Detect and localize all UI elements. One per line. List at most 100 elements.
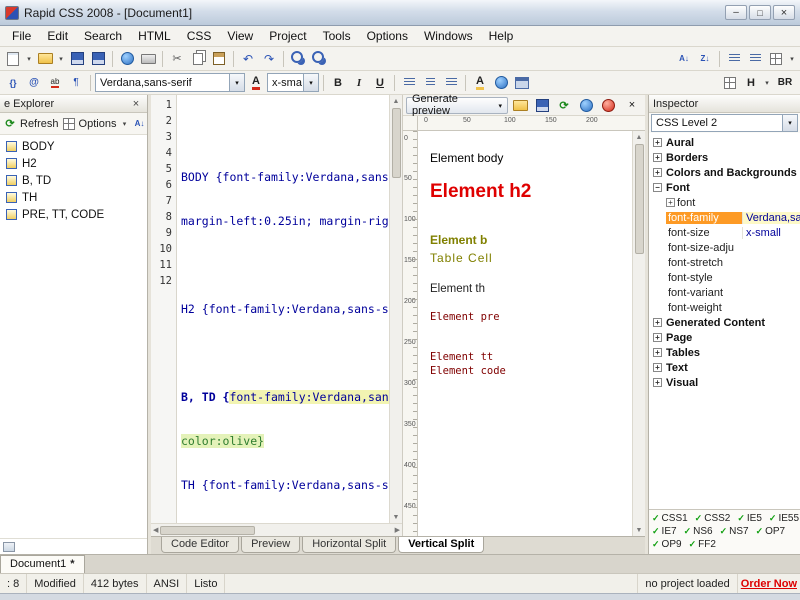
insert-div-icon[interactable] — [720, 73, 740, 93]
scrollbar-thumb[interactable] — [160, 525, 256, 535]
panel-toggle-icon[interactable] — [3, 541, 15, 552]
code-snippets-icon[interactable] — [766, 49, 786, 69]
table-icon[interactable] — [512, 73, 532, 93]
copy-icon[interactable] — [188, 49, 208, 69]
maximize-button[interactable] — [749, 5, 771, 20]
css-level-combo[interactable]: CSS Level 2 — [651, 114, 798, 132]
open-file-icon[interactable] — [35, 49, 55, 69]
property-row-font-size-adjust[interactable]: font-size-adju — [649, 240, 800, 255]
menu-windows[interactable]: Windows — [416, 27, 481, 45]
css-level-dropdown-icon[interactable] — [782, 115, 797, 131]
outdent-icon[interactable] — [745, 49, 765, 69]
tab-code-editor[interactable]: Code Editor — [161, 537, 240, 553]
generate-preview-dropdown-icon[interactable] — [498, 99, 502, 111]
collapse-icon[interactable] — [653, 183, 662, 192]
preview-save-icon[interactable] — [532, 95, 552, 115]
property-row-font-stretch[interactable]: font-stretch — [649, 255, 800, 270]
explorer-item-h2[interactable]: H2 — [0, 155, 147, 172]
font-size-combo[interactable]: x-sma — [267, 73, 319, 92]
pilcrow-icon[interactable] — [66, 73, 86, 93]
tab-horizontal-split[interactable]: Horizontal Split — [302, 537, 397, 553]
code-braces-icon[interactable] — [3, 73, 23, 93]
property-row-font[interactable]: font — [649, 195, 800, 210]
scroll-down-icon[interactable]: ▼ — [633, 524, 645, 536]
inspector-group-tables[interactable]: Tables — [649, 345, 800, 360]
align-left-icon[interactable] — [399, 73, 419, 93]
explorer-item-body[interactable]: BODY — [0, 138, 147, 155]
expand-icon[interactable] — [653, 138, 662, 147]
property-row-font-weight[interactable]: font-weight — [649, 300, 800, 315]
inspector-group-aural[interactable]: Aural — [649, 135, 800, 150]
paste-icon[interactable] — [209, 49, 229, 69]
italic-button[interactable]: I — [349, 73, 369, 93]
explorer-sort-icon[interactable] — [132, 114, 146, 134]
menu-view[interactable]: View — [219, 27, 261, 45]
menu-search[interactable]: Search — [76, 27, 130, 45]
property-value[interactable]: Verdana,sans-s — [742, 211, 800, 224]
property-row-font-variant[interactable]: font-variant — [649, 285, 800, 300]
expand-icon[interactable] — [653, 153, 662, 162]
scroll-up-icon[interactable]: ▲ — [390, 95, 402, 107]
replace-icon[interactable] — [309, 49, 329, 69]
sort-descending-icon[interactable] — [695, 49, 715, 69]
expand-icon[interactable] — [653, 168, 662, 177]
inspector-group-text[interactable]: Text — [649, 360, 800, 375]
preview-vertical-scrollbar[interactable]: ▲ ▼ — [632, 131, 645, 536]
at-symbol-icon[interactable] — [24, 73, 44, 93]
document-tab[interactable]: Document1 * — [0, 555, 85, 573]
scrollbar-thumb[interactable] — [634, 144, 644, 254]
menu-file[interactable]: File — [4, 27, 39, 45]
inspector-group-font[interactable]: Font — [649, 180, 800, 195]
order-now-link[interactable]: Order Now — [738, 574, 800, 593]
preview-refresh-icon[interactable] — [554, 95, 574, 115]
open-file-dropdown-icon[interactable] — [56, 49, 66, 69]
code-editor[interactable]: BODY {font-family:Verdana,sans-s margin-… — [177, 95, 389, 523]
font-name-combo[interactable]: Verdana,sans-serif — [95, 73, 245, 92]
inspector-group-colors[interactable]: Colors and Backgrounds — [649, 165, 800, 180]
redo-icon[interactable] — [259, 49, 279, 69]
highlight-color-icon[interactable] — [470, 73, 490, 93]
indent-icon[interactable] — [724, 49, 744, 69]
inspector-group-generated-content[interactable]: Generated Content — [649, 315, 800, 330]
undo-icon[interactable] — [238, 49, 258, 69]
font-color-icon[interactable] — [246, 73, 266, 93]
save-icon[interactable] — [67, 49, 87, 69]
property-row-font-style[interactable]: font-style — [649, 270, 800, 285]
scroll-left-icon[interactable]: ◀ — [153, 526, 158, 534]
spellcheck-icon[interactable] — [45, 73, 65, 93]
menu-options[interactable]: Options — [359, 27, 416, 45]
property-row-font-size[interactable]: font-size x-small — [649, 225, 800, 240]
cut-icon[interactable] — [167, 49, 187, 69]
print-icon[interactable] — [138, 49, 158, 69]
refresh-button[interactable]: Refresh — [20, 118, 59, 130]
refresh-icon[interactable] — [3, 114, 17, 134]
scroll-down-icon[interactable]: ▼ — [390, 511, 402, 523]
options-dropdown-icon[interactable] — [119, 114, 129, 134]
browser-opera-icon[interactable] — [598, 95, 618, 115]
expand-icon[interactable] — [666, 198, 675, 207]
options-button[interactable]: Options — [79, 118, 117, 130]
explorer-close-icon[interactable] — [129, 97, 143, 110]
align-center-icon[interactable] — [420, 73, 440, 93]
sort-ascending-icon[interactable] — [674, 49, 694, 69]
align-right-icon[interactable] — [441, 73, 461, 93]
underline-button[interactable]: U — [370, 73, 390, 93]
menu-html[interactable]: HTML — [130, 27, 179, 45]
new-document-icon[interactable] — [3, 49, 23, 69]
inspector-group-visual[interactable]: Visual — [649, 375, 800, 390]
save-all-icon[interactable] — [88, 49, 108, 69]
menu-edit[interactable]: Edit — [39, 27, 76, 45]
editor-vertical-scrollbar[interactable]: ▲ ▼ — [389, 95, 402, 523]
expand-icon[interactable] — [653, 318, 662, 327]
find-icon[interactable] — [288, 49, 308, 69]
bold-button[interactable]: B — [328, 73, 348, 93]
font-name-dropdown-icon[interactable] — [229, 74, 244, 91]
explorer-item-th[interactable]: TH — [0, 189, 147, 206]
close-button[interactable] — [773, 5, 795, 20]
options-grid-icon[interactable] — [62, 114, 76, 134]
inspector-group-borders[interactable]: Borders — [649, 150, 800, 165]
expand-icon[interactable] — [653, 348, 662, 357]
preview-open-icon[interactable] — [510, 95, 530, 115]
font-size-dropdown-icon[interactable] — [303, 74, 318, 91]
browser-ie-icon[interactable] — [576, 95, 596, 115]
